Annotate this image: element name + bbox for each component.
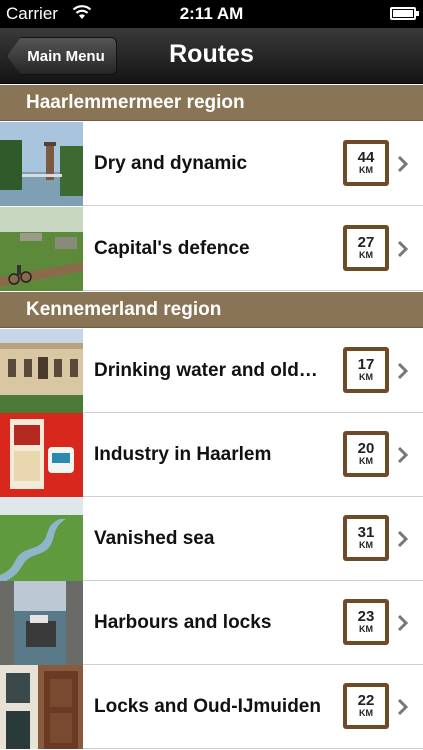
km-unit: KM — [359, 624, 373, 634]
route-name: Vanished sea — [94, 528, 215, 549]
section-header-kennemerland: Kennemerland region — [0, 292, 423, 328]
km-unit: KM — [359, 165, 373, 175]
km-sign: 27 KM — [343, 225, 389, 271]
battery-icon — [390, 7, 419, 20]
km-unit: KM — [359, 456, 373, 466]
navigation-bar: Main Menu Routes — [0, 28, 423, 84]
km-value: 20 — [357, 440, 375, 457]
km-unit: KM — [359, 708, 373, 718]
km-sign: 17 KM — [343, 347, 389, 393]
chevron-right-icon — [397, 698, 409, 716]
route-name: Capital's defence — [94, 238, 250, 259]
chevron-right-icon — [397, 530, 409, 548]
km-unit: KM — [359, 250, 373, 260]
page-title: Routes — [169, 40, 254, 68]
km-value: 44 — [357, 149, 375, 166]
km-sign: 23 KM — [343, 599, 389, 645]
route-thumbnail — [0, 413, 83, 497]
route-row[interactable]: Harbours and locks 23 KM — [0, 581, 423, 665]
route-name: Locks and Oud-IJmuiden — [94, 696, 321, 717]
chevron-right-icon — [397, 362, 409, 380]
km-sign: 31 KM — [343, 515, 389, 561]
route-thumbnail — [0, 122, 83, 206]
route-name: Drinking water and old… — [94, 360, 318, 381]
chevron-right-icon — [397, 240, 409, 258]
km-value: 31 — [357, 524, 375, 541]
route-row[interactable]: Vanished sea 31 KM — [0, 497, 423, 581]
section-header-haarlemmermeer: Haarlemmermeer region — [0, 85, 423, 121]
clock: 2:11 AM — [179, 4, 244, 23]
route-thumbnail — [0, 665, 83, 749]
km-sign: 20 KM — [343, 431, 389, 477]
km-value: 23 — [357, 608, 375, 625]
route-name: Industry in Haarlem — [94, 444, 272, 465]
route-row[interactable]: Industry in Haarlem 20 KM — [0, 413, 423, 497]
km-unit: KM — [359, 540, 373, 550]
route-name: Harbours and locks — [94, 612, 272, 633]
chevron-right-icon — [397, 155, 409, 173]
km-sign: 44 KM — [343, 140, 389, 186]
route-row[interactable]: Drinking water and old… 17 KM — [0, 329, 423, 413]
km-value: 27 — [357, 234, 375, 251]
route-row[interactable]: Capital's defence 27 KM — [0, 207, 423, 291]
route-row[interactable]: Locks and Oud-IJmuiden 22 KM — [0, 665, 423, 749]
route-thumbnail — [0, 581, 83, 665]
km-value: 17 — [357, 356, 375, 373]
route-row[interactable]: Dry and dynamic 44 KM — [0, 122, 423, 206]
chevron-right-icon — [397, 614, 409, 632]
chevron-right-icon — [397, 446, 409, 464]
km-sign: 22 KM — [343, 683, 389, 729]
route-thumbnail — [0, 497, 83, 581]
km-unit: KM — [359, 372, 373, 382]
status-bar: Carrier 2:11 AM — [0, 0, 423, 28]
route-thumbnail — [0, 329, 83, 413]
km-value: 22 — [357, 692, 375, 709]
route-name: Dry and dynamic — [94, 153, 248, 174]
route-thumbnail — [0, 207, 83, 291]
